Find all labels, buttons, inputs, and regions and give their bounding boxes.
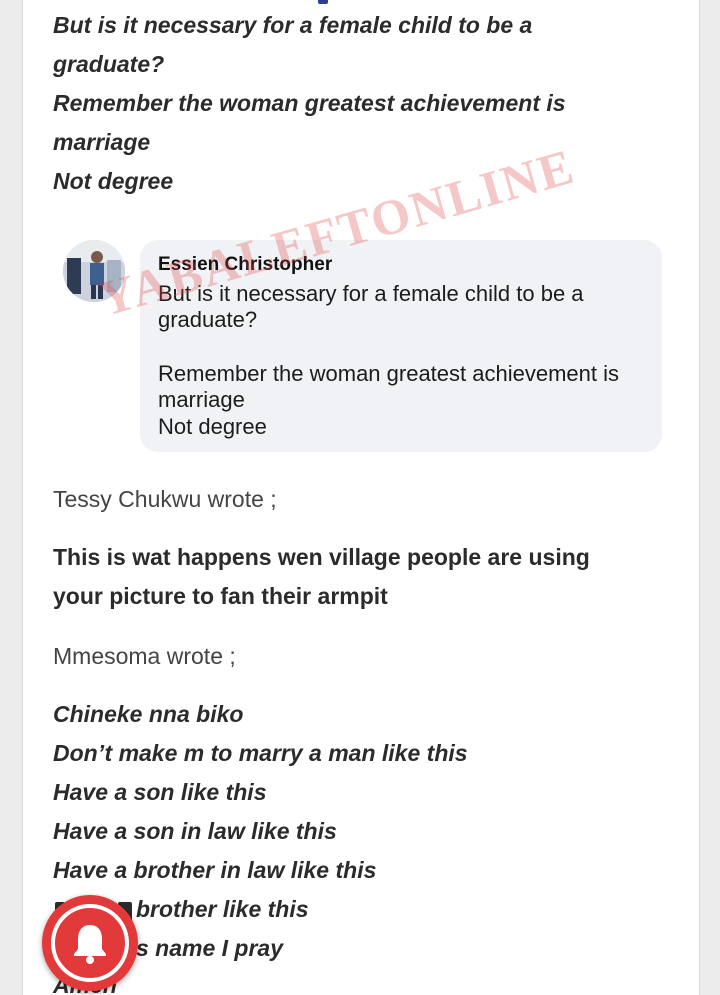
comment-line: Not degree — [158, 414, 267, 439]
cropped-text-fragment — [318, 0, 328, 4]
commenter-avatar — [63, 240, 125, 302]
quote-line: Have a son like this — [53, 779, 267, 805]
quote-line: your picture to fan their armpit — [53, 583, 388, 609]
quote-line: brother like this — [136, 896, 309, 922]
notification-button[interactable] — [42, 895, 138, 991]
bell-icon — [74, 925, 106, 964]
quote-line: Have a son in law like this — [53, 818, 337, 844]
wrote-label: Mmesoma wrote ; — [53, 643, 236, 669]
notification-ring — [51, 904, 129, 982]
post-line: Remember the woman greatest achievement … — [53, 90, 566, 116]
post-line: Not degree — [53, 168, 174, 194]
quote-line: This is wat happens wen village people a… — [53, 544, 590, 570]
quote-line: Chineke nna biko — [53, 701, 244, 727]
quote-line: Have a brother in law like this — [53, 857, 377, 883]
post-line: graduate? — [53, 51, 165, 77]
quote-line: Don’t make m to marry a man like this — [53, 740, 468, 766]
comment-line: marriage — [158, 387, 245, 412]
comment-author[interactable]: Essien Christopher — [158, 254, 332, 276]
comment-line: But is it necessary for a female child t… — [158, 281, 584, 306]
quote-line: s name I pray — [136, 935, 284, 961]
comment-line: graduate? — [158, 307, 258, 332]
wrote-label: Tessy Chukwu wrote ; — [53, 486, 277, 512]
post-line: But is it necessary for a female child t… — [53, 12, 533, 38]
comment-line: Remember the woman greatest achievement … — [158, 361, 619, 386]
post-line: marriage — [53, 129, 151, 155]
